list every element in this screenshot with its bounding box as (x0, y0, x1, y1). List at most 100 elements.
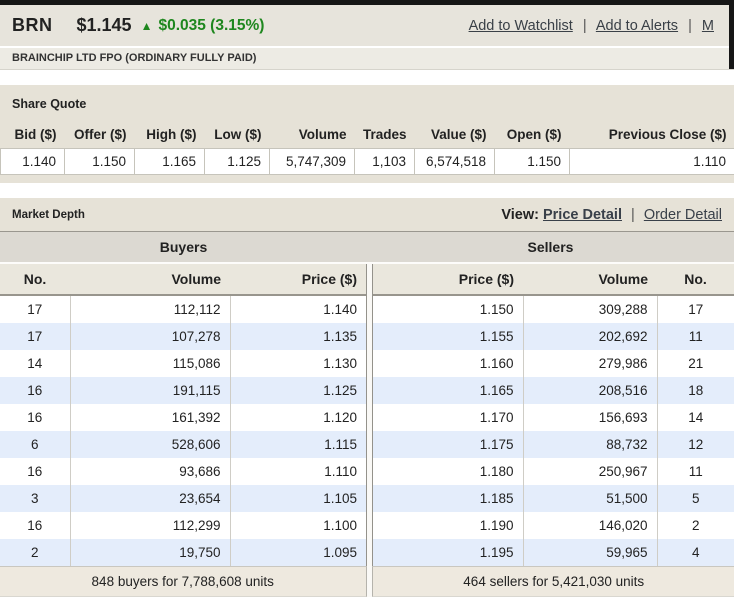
buyer-volume-cell: 191,115 (70, 377, 230, 404)
trades-value: 1,103 (355, 149, 415, 175)
share-quote-header-cell: Volume (270, 121, 355, 149)
seller-price-cell: 1.175 (373, 431, 523, 458)
link-separator: | (583, 18, 587, 34)
more-link-truncated[interactable]: M (702, 18, 714, 34)
seller-volume-cell: 146,020 (523, 512, 657, 539)
seller-row: 1.18551,5005 (373, 485, 734, 512)
share-quote-header-row: Bid ($) Offer ($) High ($) Low ($) Volum… (1, 121, 734, 149)
seller-volume-cell: 309,288 (523, 295, 657, 323)
seller-row: 1.19559,9654 (373, 539, 734, 566)
buyer-no-cell: 16 (0, 377, 70, 404)
spacer (0, 183, 734, 198)
sellers-group-label: Sellers (367, 232, 734, 262)
seller-no-cell: 18 (657, 377, 734, 404)
stock-price: $1.145 (77, 15, 132, 36)
buyer-price-cell: 1.100 (230, 512, 366, 539)
low-value: 1.125 (205, 149, 270, 175)
buyer-no-cell: 16 (0, 404, 70, 431)
market-depth-header: Market Depth View: Price Detail | Order … (0, 198, 734, 232)
stock-quote-page: BRN $1.145 ▲ $0.035 (3.15%) Add to Watch… (0, 0, 734, 597)
price-up-icon: ▲ (141, 19, 153, 33)
buyer-price-cell: 1.115 (230, 431, 366, 458)
buyer-price-cell: 1.140 (230, 295, 366, 323)
right-crop-edge (729, 0, 734, 69)
buyer-volume-cell: 19,750 (70, 539, 230, 566)
buyers-sellers-band: Buyers Sellers (0, 232, 734, 264)
seller-volume-cell: 59,965 (523, 539, 657, 566)
share-quote-header-cell: Value ($) (415, 121, 495, 149)
buyer-no-cell: 6 (0, 431, 70, 458)
buyer-price-cell: 1.110 (230, 458, 366, 485)
seller-price-cell: 1.195 (373, 539, 523, 566)
seller-price-cell: 1.165 (373, 377, 523, 404)
buyer-row: 323,6541.105 (0, 485, 366, 512)
buyers-table: No. Volume Price ($) 17112,1121.140 1710… (0, 264, 366, 566)
buyer-row: 17112,1121.140 (0, 295, 366, 323)
buyer-volume-cell: 115,086 (70, 350, 230, 377)
seller-no-cell: 11 (657, 323, 734, 350)
share-quote-table: Bid ($) Offer ($) High ($) Low ($) Volum… (0, 121, 734, 175)
seller-row: 1.17588,73212 (373, 431, 734, 458)
buyer-price-cell: 1.105 (230, 485, 366, 512)
high-value: 1.165 (135, 149, 205, 175)
buyers-price-header: Price ($) (230, 264, 366, 295)
share-quote-header-cell: Low ($) (205, 121, 270, 149)
market-depth-tables: No. Volume Price ($) 17112,1121.140 1710… (0, 264, 734, 566)
share-quote-header-cell: High ($) (135, 121, 205, 149)
buyer-no-cell: 3 (0, 485, 70, 512)
buyer-row: 16112,2991.100 (0, 512, 366, 539)
buyer-no-cell: 17 (0, 295, 70, 323)
buyer-row: 6528,6061.115 (0, 431, 366, 458)
seller-price-cell: 1.170 (373, 404, 523, 431)
order-detail-link[interactable]: Order Detail (644, 207, 722, 223)
share-quote-section: Share Quote Bid ($) Offer ($) High ($) L… (0, 85, 734, 183)
depth-summary-band: 848 buyers for 7,788,608 units 464 selle… (0, 566, 734, 597)
share-quote-title: Share Quote (0, 85, 734, 121)
seller-row: 1.160279,98621 (373, 350, 734, 377)
buyers-no-header: No. (0, 264, 70, 295)
buyer-no-cell: 2 (0, 539, 70, 566)
share-quote-header-cell: Trades (355, 121, 415, 149)
share-quote-header-cell: Offer ($) (65, 121, 135, 149)
buyers-summary: 848 buyers for 7,788,608 units (0, 566, 367, 597)
buyer-volume-cell: 93,686 (70, 458, 230, 485)
buyer-no-cell: 16 (0, 512, 70, 539)
share-quote-header-cell: Bid ($) (1, 121, 65, 149)
sellers-panel: Price ($) Volume No. 1.150309,28817 1.15… (372, 264, 734, 566)
buyers-group-label: Buyers (0, 232, 367, 262)
sellers-summary: 464 sellers for 5,421,030 units (372, 566, 734, 597)
buyer-row: 17107,2781.135 (0, 323, 366, 350)
seller-volume-cell: 51,500 (523, 485, 657, 512)
seller-price-cell: 1.185 (373, 485, 523, 512)
buyer-row: 14115,0861.130 (0, 350, 366, 377)
buyer-volume-cell: 112,299 (70, 512, 230, 539)
view-separator: | (631, 207, 635, 223)
sellers-table: Price ($) Volume No. 1.150309,28817 1.15… (373, 264, 734, 566)
seller-volume-cell: 156,693 (523, 404, 657, 431)
seller-no-cell: 5 (657, 485, 734, 512)
value-value: 6,574,518 (415, 149, 495, 175)
link-separator: | (688, 18, 692, 34)
seller-row: 1.165208,51618 (373, 377, 734, 404)
seller-price-cell: 1.160 (373, 350, 523, 377)
quote-header: BRN $1.145 ▲ $0.035 (3.15%) Add to Watch… (0, 5, 734, 48)
price-change: $0.035 (3.15%) (158, 17, 264, 35)
seller-volume-cell: 279,986 (523, 350, 657, 377)
seller-volume-cell: 202,692 (523, 323, 657, 350)
buyer-price-cell: 1.130 (230, 350, 366, 377)
volume-value: 5,747,309 (270, 149, 355, 175)
buyer-volume-cell: 23,654 (70, 485, 230, 512)
bid-value: 1.140 (1, 149, 65, 175)
offer-value: 1.150 (65, 149, 135, 175)
sellers-price-header: Price ($) (373, 264, 523, 295)
buyer-price-cell: 1.135 (230, 323, 366, 350)
price-detail-link[interactable]: Price Detail (543, 207, 622, 223)
buyer-price-cell: 1.120 (230, 404, 366, 431)
add-to-alerts-link[interactable]: Add to Alerts (596, 18, 678, 34)
seller-volume-cell: 88,732 (523, 431, 657, 458)
spacer (0, 70, 734, 85)
seller-price-cell: 1.150 (373, 295, 523, 323)
add-to-watchlist-link[interactable]: Add to Watchlist (469, 18, 573, 34)
buyer-volume-cell: 528,606 (70, 431, 230, 458)
seller-no-cell: 11 (657, 458, 734, 485)
